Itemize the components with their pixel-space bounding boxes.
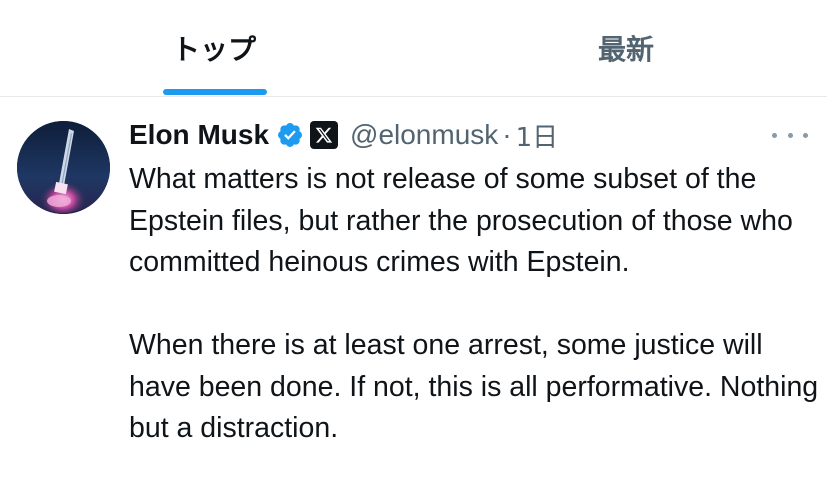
- tab-latest[interactable]: 最新: [530, 0, 722, 96]
- more-dot: [772, 132, 777, 138]
- more-dot: [787, 132, 793, 138]
- verified-badge-icon[interactable]: [276, 121, 304, 149]
- tweet-paragraph: When there is at least one arrest, some …: [129, 329, 819, 444]
- more-options-icon[interactable]: [772, 125, 808, 145]
- more-dot: [803, 132, 808, 138]
- tweet-text: What matters is not release of some subs…: [129, 159, 819, 450]
- tab-latest-label: 最新: [597, 33, 654, 66]
- tab-top-label: トップ: [171, 33, 256, 66]
- x-logo-icon[interactable]: [310, 121, 339, 149]
- timeline-tabs: トップ 最新: [0, 0, 827, 97]
- tweet[interactable]: Elon Musk @elonmusk · 1日 What matters is…: [0, 97, 827, 486]
- rocket-launch-avatar-icon: [17, 121, 110, 214]
- avatar[interactable]: [17, 121, 110, 214]
- tab-top[interactable]: トップ: [118, 0, 310, 96]
- tweet-timestamp[interactable]: 1日: [516, 117, 559, 154]
- separator-dot: ·: [502, 119, 512, 150]
- user-handle[interactable]: @elonmusk: [350, 119, 498, 151]
- tweet-header: Elon Musk @elonmusk · 1日: [129, 117, 809, 153]
- display-name[interactable]: Elon Musk: [129, 119, 269, 151]
- tweet-paragraph: What matters is not release of some subs…: [129, 163, 793, 278]
- active-tab-indicator: [163, 89, 267, 95]
